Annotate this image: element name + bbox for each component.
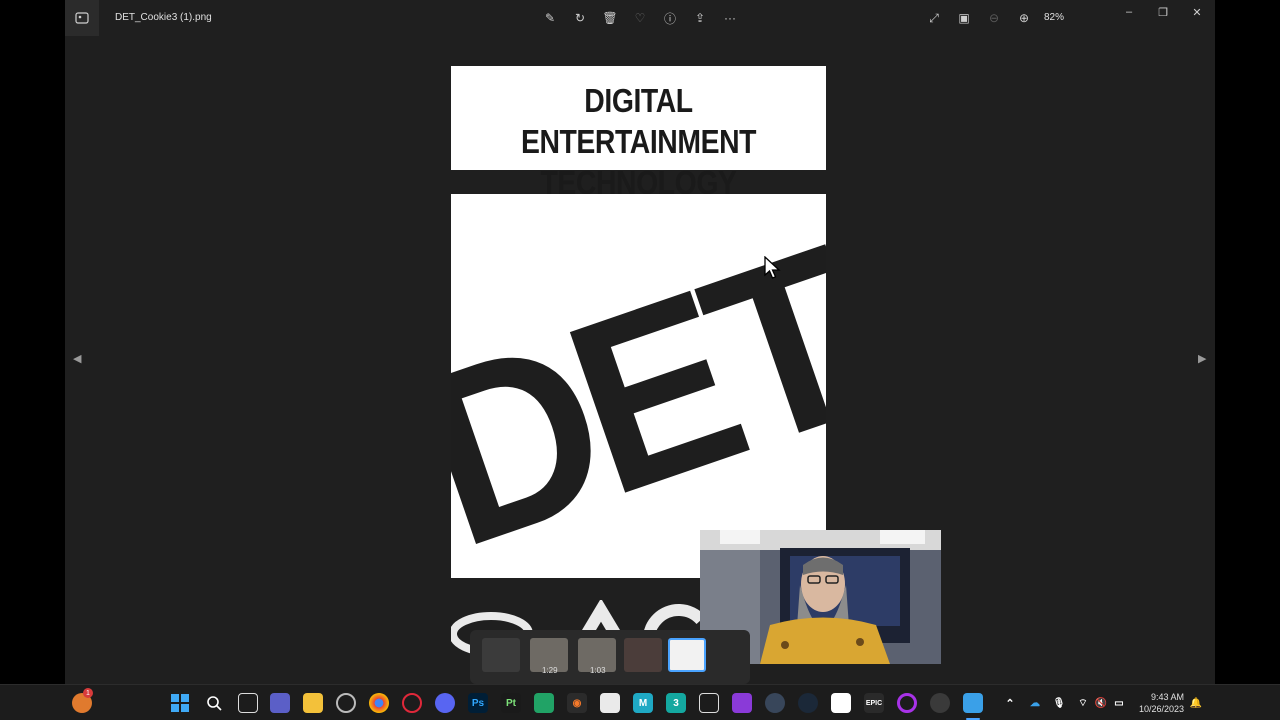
info-icon[interactable]: ⓘ [662, 10, 678, 26]
det-logo-panel: DET [451, 194, 826, 578]
preview-thumb-1-time: 1:29 [542, 666, 558, 675]
discord-icon[interactable] [435, 693, 455, 713]
det-logo-text: DET [451, 194, 826, 578]
epic-games-icon[interactable]: EPIC [864, 693, 884, 713]
preview-thumb-video-3[interactable] [624, 638, 662, 672]
notifications-icon[interactable]: 🔔 [1186, 693, 1206, 713]
photos-taskbar-icon[interactable] [963, 693, 983, 713]
battery-icon[interactable]: ▭ [1109, 693, 1129, 713]
teams-chat-icon[interactable] [270, 693, 290, 713]
clock-time[interactable]: 9:43 AM [1130, 692, 1184, 702]
zoom-in-icon[interactable]: ⊕ [1016, 10, 1032, 26]
search-icon[interactable] [204, 693, 224, 713]
blender-icon[interactable]: ◉ [567, 693, 587, 713]
zoom-out-icon[interactable]: ⊖ [986, 10, 1002, 26]
taskbar-preview-strip: 1:29 1:03 [470, 630, 750, 684]
restore-button[interactable]: ❐ [1149, 4, 1177, 20]
file-name: DET_Cookie3 (1).png [115, 12, 212, 23]
app-icon-purple-ring[interactable] [897, 693, 917, 713]
minimize-button[interactable]: – [1115, 4, 1143, 20]
delete-icon[interactable]: 🗑 [602, 10, 618, 26]
photos-app-icon[interactable] [65, 0, 99, 36]
task-view-icon[interactable] [238, 693, 258, 713]
taskbar: Ps Pt ◉ M 3 EPIC ⌃ ☁ 🎙 ⌔ 🔇 ▭ 9:43 AM 10/… [0, 684, 1280, 720]
opera-icon[interactable] [402, 693, 422, 713]
steam-icon[interactable] [798, 693, 818, 713]
maya-icon[interactable]: M [633, 693, 653, 713]
unity-icon[interactable] [699, 693, 719, 713]
actual-size-icon[interactable]: ▣ [956, 10, 972, 26]
share-icon[interactable]: ⇪ [692, 10, 708, 26]
image-title-line-1: DIGITAL ENTERTAINMENT [520, 82, 757, 160]
3ds-max-icon[interactable]: 3 [666, 693, 686, 713]
preview-thumb-settings[interactable] [482, 638, 520, 672]
next-image-arrow[interactable]: ▶ [1198, 352, 1206, 365]
spreadsheet-grid-icon[interactable] [534, 693, 554, 713]
clock-date[interactable]: 10/26/2023 [1130, 704, 1184, 714]
oculus-icon[interactable] [831, 693, 851, 713]
previous-image-arrow[interactable]: ◀ [73, 352, 81, 365]
title-bar: DET_Cookie3 (1).png ✎ ↻ 🗑 ♡ ⓘ ⇪ ··· ⤢ ▣ … [65, 0, 1215, 36]
substance-painter-icon[interactable]: Pt [501, 693, 521, 713]
mouse-cursor-icon [764, 256, 781, 279]
favorite-heart-icon[interactable]: ♡ [632, 10, 648, 26]
image-title-panel: DIGITAL ENTERTAINMENT TECHNOLOGY [451, 66, 826, 201]
photoshop-icon[interactable]: Ps [468, 693, 488, 713]
notification-badge: 1 [83, 688, 93, 698]
microphone-icon[interactable]: 🎙 [1049, 693, 1069, 713]
more-options-icon[interactable]: ··· [722, 10, 738, 26]
obs-icon[interactable] [336, 693, 356, 713]
wifi-icon[interactable]: ⌔ [1073, 693, 1093, 713]
unreal-icon[interactable] [930, 693, 950, 713]
file-explorer-icon[interactable] [303, 693, 323, 713]
det-logo-graphic: DET [451, 194, 826, 578]
start-windows-icon[interactable] [170, 693, 190, 713]
tray-chevron-icon[interactable]: ⌃ [1000, 693, 1020, 713]
rotate-icon[interactable]: ↻ [572, 10, 588, 26]
app-icon-circle[interactable] [765, 693, 785, 713]
zbrush-icon[interactable] [600, 693, 620, 713]
zoom-level: 82% [1044, 12, 1065, 23]
visual-studio-icon[interactable] [732, 693, 752, 713]
chrome-icon[interactable] [369, 693, 389, 713]
preview-thumb-2-time: 1:03 [590, 666, 606, 675]
onedrive-icon[interactable]: ☁ [1025, 693, 1045, 713]
fullscreen-icon[interactable]: ⤢ [926, 10, 942, 26]
close-button[interactable]: ✕ [1183, 4, 1211, 20]
volume-muted-icon[interactable]: 🔇 [1091, 693, 1111, 713]
preview-thumb-det-image[interactable] [668, 638, 706, 672]
edit-image-icon[interactable]: ✎ [542, 10, 558, 26]
